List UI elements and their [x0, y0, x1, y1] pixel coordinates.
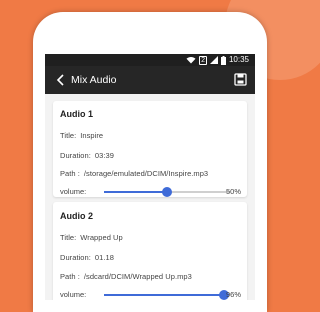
- save-icon[interactable]: [234, 73, 247, 86]
- path-value: /storage/emulated/DCIM/Inspire.mp3: [83, 169, 209, 178]
- status-bar: 2 10:35: [45, 54, 255, 66]
- volume-slider[interactable]: [104, 187, 229, 197]
- volume-label: volume:: [60, 290, 87, 299]
- clock: 10:35: [228, 55, 249, 64]
- path-row: Path :/storage/emulated/DCIM/Inspire.mp3: [60, 169, 208, 178]
- volume-slider-thumb[interactable]: [161, 187, 172, 197]
- title-row: Title: Inspire: [60, 131, 103, 140]
- audio-heading: Audio 1: [60, 109, 93, 119]
- volume-percent: 50%: [225, 187, 241, 196]
- path-value: /sdcard/DCIM/Wrapped Up.mp3: [83, 272, 192, 281]
- volume-label: volume:: [60, 187, 87, 196]
- duration-label: Duration:: [60, 253, 91, 262]
- title-value: Inspire: [80, 131, 104, 140]
- path-label: Path :: [60, 272, 80, 281]
- volume-percent: 96%: [225, 290, 241, 299]
- app-bar: Mix Audio: [45, 66, 255, 94]
- app-screen: 2 10:35 Mix Audio Audio 1 Title: Inspire…: [45, 54, 255, 300]
- sim-badge: 2: [199, 55, 207, 65]
- audio-card: Audio 2 Title: Wrapped Up Duration: 01.18 …: [53, 202, 247, 300]
- duration-row: Duration: 03:39: [60, 151, 114, 160]
- volume-slider-fill: [104, 294, 224, 296]
- audio-list: Audio 1 Title: Inspire Duration: 03:39 Pat…: [45, 94, 255, 300]
- audio-heading: Audio 2: [60, 211, 93, 221]
- title-label: Title:: [60, 131, 77, 140]
- volume-slider-fill: [104, 191, 167, 193]
- duration-value: 01.18: [94, 253, 114, 262]
- title-value: Wrapped Up: [80, 233, 123, 242]
- audio-card: Audio 1 Title: Inspire Duration: 03:39 Pat…: [53, 101, 247, 197]
- page-title: Mix Audio: [71, 74, 117, 86]
- battery-icon: [220, 55, 226, 65]
- path-row: Path :/sdcard/DCIM/Wrapped Up.mp3: [60, 272, 192, 281]
- signal-icon: [209, 56, 218, 64]
- wifi-icon: [186, 56, 196, 64]
- duration-value: 03:39: [94, 151, 114, 160]
- title-row: Title: Wrapped Up: [60, 233, 123, 242]
- duration-label: Duration:: [60, 151, 91, 160]
- chevron-left-icon[interactable]: [54, 73, 68, 87]
- duration-row: Duration: 01.18: [60, 253, 114, 262]
- volume-slider[interactable]: [104, 290, 229, 300]
- title-label: Title:: [60, 233, 77, 242]
- path-label: Path :: [60, 169, 80, 178]
